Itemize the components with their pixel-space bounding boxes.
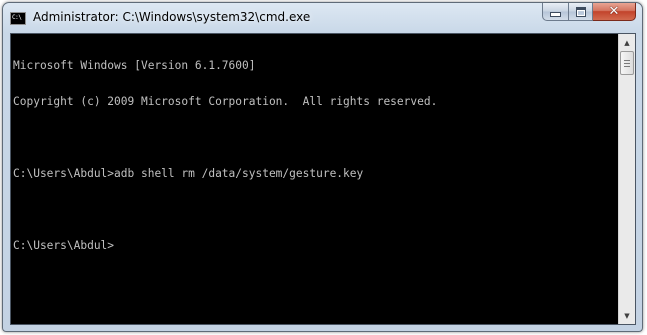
scroll-down-icon[interactable]: ▼ — [619, 307, 635, 324]
title-bar[interactable]: C:\ Administrator: C:\Windows\system32\c… — [3, 3, 642, 33]
thumb-grip — [624, 65, 630, 67]
cmd-icon[interactable]: C:\ — [10, 12, 26, 25]
caption-buttons: ✕ — [542, 3, 636, 22]
cmd-icon-text: C:\ — [12, 14, 22, 21]
cmd-window: C:\ Administrator: C:\Windows\system32\c… — [2, 2, 643, 332]
thumb-grip — [624, 59, 630, 61]
window-title: Administrator: C:\Windows\system32\cmd.e… — [33, 10, 311, 24]
scroll-up-icon[interactable]: ▲ — [619, 34, 635, 51]
scroll-thumb[interactable] — [620, 51, 634, 75]
console-area[interactable]: Microsoft Windows [Version 6.1.7600] Cop… — [10, 33, 636, 325]
console-line: Copyright (c) 2009 Microsoft Corporation… — [13, 95, 438, 108]
console-prompt[interactable]: C:\Users\Abdul> — [13, 240, 615, 252]
vertical-scrollbar[interactable]: ▲ ▼ — [618, 34, 635, 324]
maximize-icon — [575, 6, 586, 17]
console-line: Microsoft Windows [Version 6.1.7600] — [13, 59, 256, 72]
close-icon: ✕ — [608, 4, 620, 19]
console-line: C:\Users\Abdul>adb shell rm /data/system… — [13, 167, 364, 180]
minimize-icon — [550, 12, 561, 17]
thumb-grip — [624, 62, 630, 64]
close-button[interactable]: ✕ — [593, 3, 636, 21]
console-output[interactable]: Microsoft Windows [Version 6.1.7600] Cop… — [13, 36, 615, 322]
minimize-button[interactable] — [542, 3, 568, 21]
maximize-button[interactable] — [568, 3, 593, 21]
